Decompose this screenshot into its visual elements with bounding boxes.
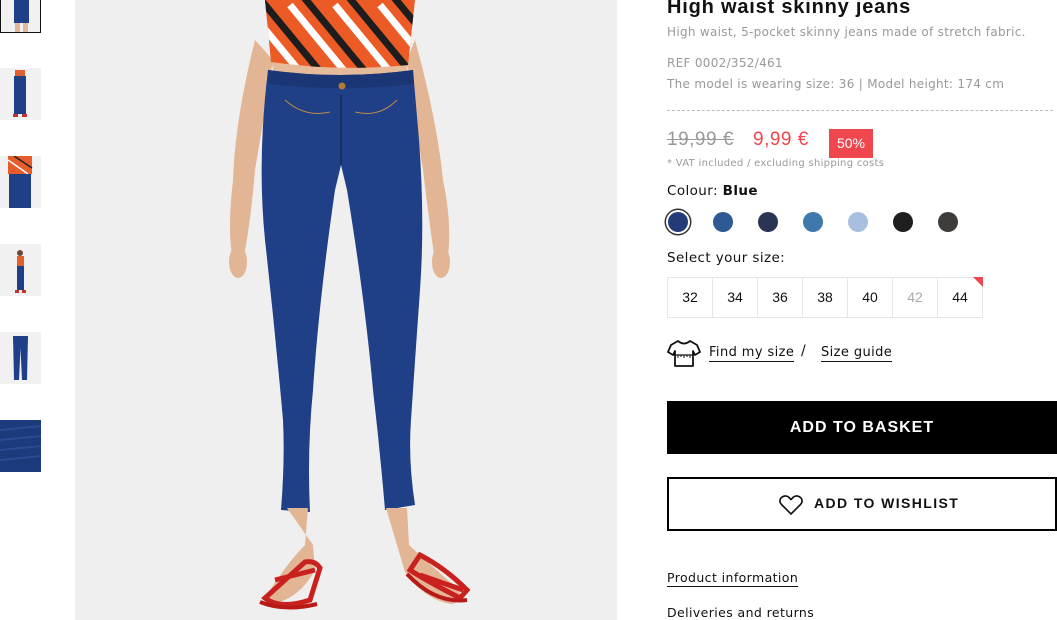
swatch-grey-black[interactable] xyxy=(938,212,958,232)
tshirt-icon xyxy=(667,340,701,367)
size-42[interactable]: 42 xyxy=(892,277,938,318)
swatch-light-blue[interactable] xyxy=(803,212,823,232)
colour-label-row: Colour: Blue xyxy=(667,183,758,199)
size-guide-link[interactable]: Size guide xyxy=(821,345,893,362)
swatch-mid-blue[interactable] xyxy=(713,212,733,232)
size-36[interactable]: 36 xyxy=(757,277,803,318)
swatch-bleached[interactable] xyxy=(848,212,868,232)
add-to-wishlist-button[interactable]: ADD TO WISHLIST xyxy=(667,477,1057,531)
product-information-link[interactable]: Product information xyxy=(667,570,799,587)
product-title: High waist skinny jeans xyxy=(667,0,912,18)
size-44-label: 44 xyxy=(952,289,968,305)
colour-swatches xyxy=(667,211,967,233)
selected-colour-name: Blue xyxy=(722,183,758,199)
heart-icon xyxy=(779,495,803,515)
divider xyxy=(667,110,1053,111)
size-44[interactable]: 44 xyxy=(937,277,983,318)
deliveries-returns-link[interactable]: Deliveries and returns xyxy=(667,605,814,620)
product-main-image[interactable] xyxy=(75,0,617,620)
swatch-black[interactable] xyxy=(893,212,913,232)
sale-price: 9,99 € xyxy=(753,129,809,150)
find-my-size-link[interactable]: Find my size xyxy=(709,345,795,362)
old-price: 19,99 € xyxy=(667,129,734,150)
colour-label: Colour: xyxy=(667,183,718,199)
size-40[interactable]: 40 xyxy=(847,277,893,318)
model-info: The model is wearing size: 36 | Model he… xyxy=(667,77,1005,91)
thumbnail-1[interactable] xyxy=(0,0,41,33)
size-32[interactable]: 32 xyxy=(667,277,713,318)
thumbnail-2[interactable] xyxy=(0,68,41,120)
thumbnail-4[interactable] xyxy=(0,244,41,296)
swatch-navy[interactable] xyxy=(758,212,778,232)
size-34[interactable]: 34 xyxy=(712,277,758,318)
vat-note: * VAT included / excluding shipping cost… xyxy=(667,158,885,169)
size-label: Select your size: xyxy=(667,250,786,266)
product-ref: REF 0002/352/461 xyxy=(667,56,783,70)
thumbnail-6[interactable] xyxy=(0,420,41,472)
product-description: High waist, 5-pocket skinny jeans made o… xyxy=(667,25,1026,39)
size-38[interactable]: 38 xyxy=(802,277,848,318)
add-to-wishlist-label: ADD TO WISHLIST xyxy=(814,495,960,511)
discount-badge: 50% xyxy=(829,129,873,158)
add-to-basket-button[interactable]: ADD TO BASKET xyxy=(667,401,1057,454)
fit-row: Find my size / Size guide xyxy=(667,338,1057,370)
link-separator: / xyxy=(801,343,806,359)
swatch-blue[interactable] xyxy=(668,212,688,232)
last-units-marker xyxy=(973,277,983,287)
thumbnail-3[interactable] xyxy=(0,156,41,208)
thumbnail-5[interactable] xyxy=(0,332,41,384)
